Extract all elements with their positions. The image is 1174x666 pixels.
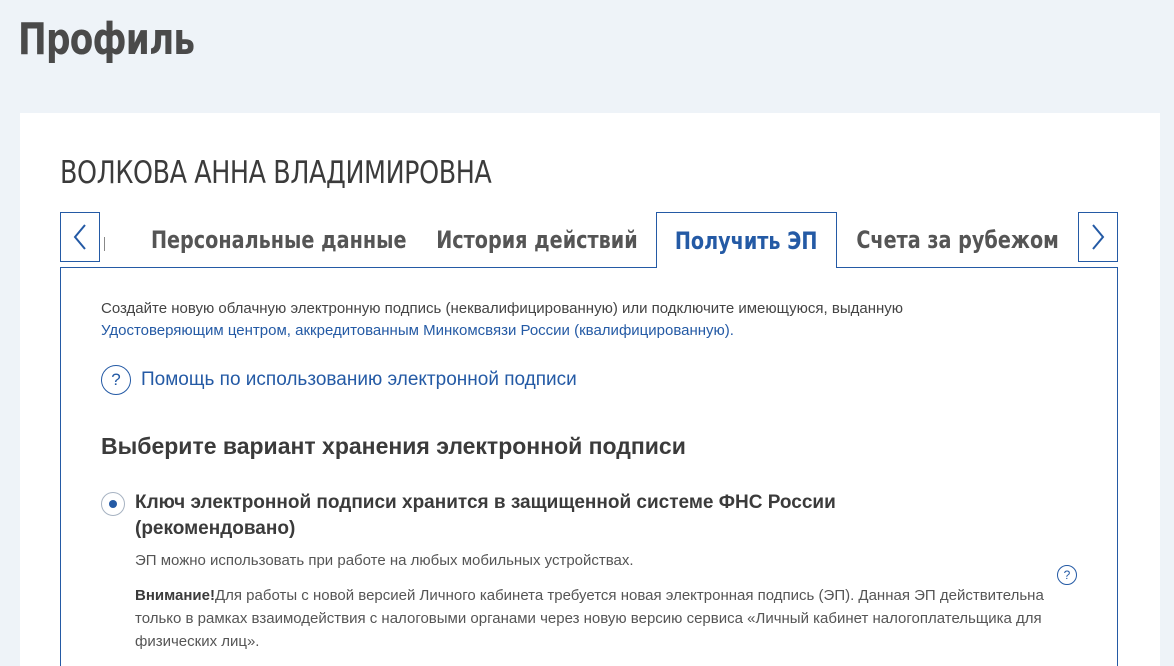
- warning-label: Внимание!: [135, 587, 215, 604]
- warning-text: Для работы с новой версией Личного кабин…: [135, 587, 1044, 650]
- storage-option-radio[interactable]: [101, 492, 125, 516]
- info-question-icon[interactable]: ?: [1057, 565, 1077, 585]
- tab-separator: [104, 237, 105, 251]
- help-link[interactable]: ? Помощь по использованию электронной по…: [101, 365, 577, 395]
- section-title: Выберите вариант хранения электронной по…: [101, 433, 686, 459]
- storage-option-description: ЭП можно использовать при работе на любы…: [135, 552, 634, 569]
- accredited-center-link[interactable]: Удостоверяющим центром, аккредитованным …: [101, 322, 734, 339]
- chevron-left-icon: [73, 224, 86, 250]
- tab-panel: Создайте новую облачную электронную подп…: [60, 267, 1118, 666]
- tabs-prev-button[interactable]: [60, 212, 100, 262]
- chevron-right-icon: [1092, 224, 1105, 250]
- intro-text: Создайте новую облачную электронную подп…: [101, 298, 1001, 342]
- intro-text-body: Создайте новую облачную электронную подп…: [101, 300, 904, 317]
- question-icon: ?: [101, 365, 131, 395]
- tab-action-history[interactable]: История действий: [418, 212, 656, 267]
- user-name: ВОЛКОВА АННА ВЛАДИМИРОВНА: [60, 155, 492, 191]
- tab-foreign-accounts[interactable]: Счета за рубежом: [838, 212, 1078, 267]
- tab-personal-data[interactable]: Персональные данные: [140, 212, 418, 267]
- tab-get-signature[interactable]: Получить ЭП: [656, 212, 837, 268]
- profile-card: ВОЛКОВА АННА ВЛАДИМИРОВНА Персональные д…: [20, 113, 1160, 666]
- radio-selected-dot: [109, 500, 117, 508]
- storage-option-title[interactable]: Ключ электронной подписи хранится в защи…: [135, 490, 955, 542]
- tabs-next-button[interactable]: [1078, 212, 1118, 262]
- help-link-text: Помощь по использованию электронной подп…: [141, 369, 577, 390]
- page-title: Профиль: [18, 14, 195, 65]
- storage-option-warning: Внимание!Для работы с новой версией Личн…: [135, 584, 1065, 653]
